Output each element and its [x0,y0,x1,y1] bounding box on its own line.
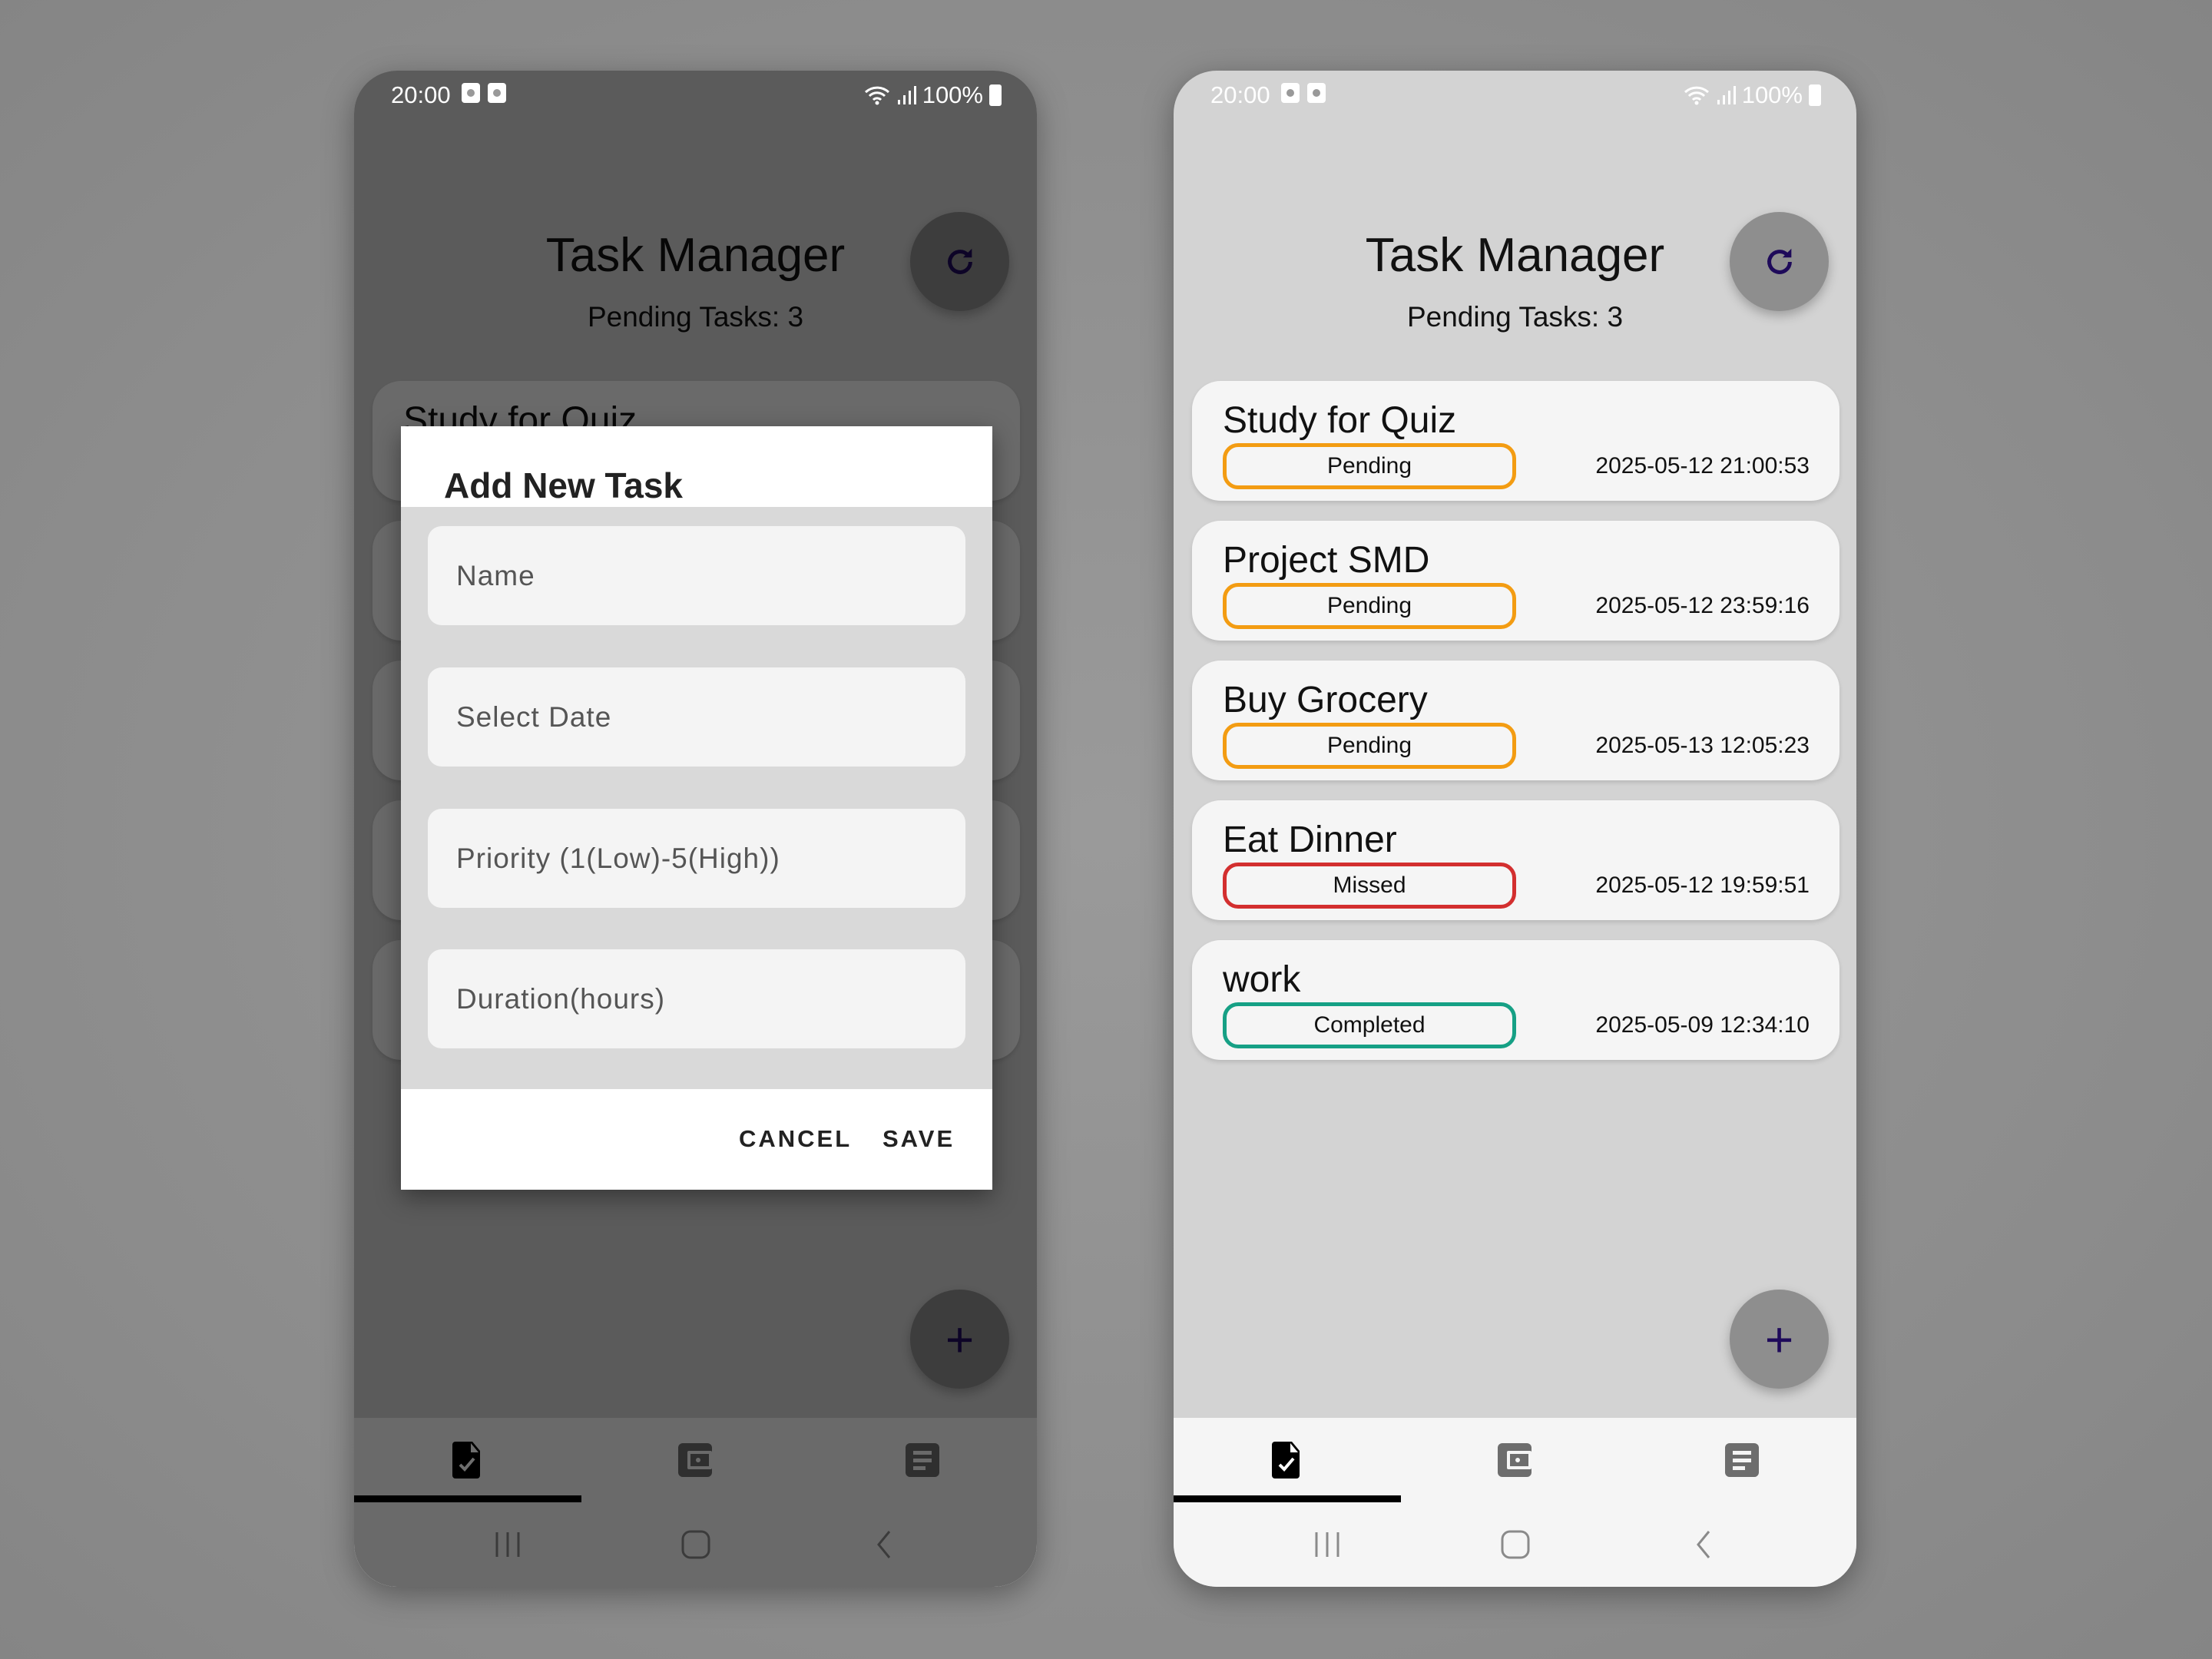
notification-icon [462,83,480,103]
task-date: 2025-05-13 12:05:23 [1595,733,1810,758]
duration-input[interactable]: Duration(hours) [428,949,965,1048]
task-name: Buy Grocery [1223,680,1428,720]
signal-icon [1717,86,1736,104]
tab-tasks[interactable] [1174,1418,1401,1502]
task-name: Project SMD [1223,540,1430,581]
home-button[interactable] [1485,1522,1546,1568]
tab-list[interactable] [1628,1418,1856,1502]
home-icon [1501,1530,1530,1559]
back-button[interactable] [1673,1522,1734,1568]
name-input[interactable]: Name [428,526,965,625]
task-card[interactable]: Study for Quiz Pending 2025-05-12 21:00:… [1192,381,1839,501]
status-bar: 20:00 100% [354,71,1037,117]
date-input[interactable]: Select Date [428,667,965,767]
dialog-title: Add New Task [444,465,683,505]
battery-charging-icon [989,84,1002,106]
battery-percent: 100% [1741,81,1803,108]
task-name: Eat Dinner [1223,820,1397,860]
phone-screen-task-list: 20:00 100% Task Manager Pending Tasks: 3… [1174,71,1856,1587]
task-card[interactable]: Project SMD Pending 2025-05-12 23:59:16 [1192,521,1839,641]
status-time: 20:00 [391,81,451,108]
task-check-icon [1272,1442,1300,1479]
battery-percent: 100% [922,81,983,108]
save-button[interactable]: SAVE [882,1125,955,1153]
task-card[interactable]: work Completed 2025-05-09 12:34:10 [1192,940,1839,1060]
task-card[interactable]: Eat Dinner Missed 2025-05-12 19:59:51 [1192,800,1839,920]
status-badge: Missed [1223,863,1516,909]
refresh-button[interactable] [1730,212,1829,311]
tab-wallet[interactable] [1401,1418,1628,1502]
task-date: 2025-05-12 19:59:51 [1595,873,1810,898]
cancel-button[interactable]: CANCEL [739,1125,852,1153]
signal-icon [897,86,916,104]
task-date: 2025-05-09 12:34:10 [1595,1012,1810,1038]
wifi-icon [1684,86,1709,105]
status-badge: Pending [1223,443,1516,489]
status-bar: 20:00 100% [1174,71,1856,117]
battery-charging-icon [1809,84,1821,106]
wifi-icon [864,86,889,105]
task-name: work [1223,959,1301,1000]
wallet-icon [1498,1443,1532,1477]
recent-apps-button[interactable] [1296,1522,1358,1568]
back-icon [1697,1531,1710,1558]
refresh-icon [1767,248,1792,274]
add-task-button[interactable]: + [1730,1290,1829,1389]
add-task-dialog: Add New Task Name Select Date Priority (… [401,426,992,1190]
notification-icon [1307,83,1326,103]
plus-icon: + [1764,1311,1794,1367]
status-badge: Pending [1223,583,1516,629]
task-date: 2025-05-12 21:00:53 [1595,453,1810,478]
task-name: Study for Quiz [1223,400,1457,441]
status-badge: Completed [1223,1002,1516,1048]
status-time: 20:00 [1210,81,1270,108]
notification-icon [1281,83,1300,103]
bottom-navigation [1174,1418,1856,1587]
active-tab-indicator [1174,1495,1401,1502]
notification-icon [488,83,506,103]
task-date: 2025-05-12 23:59:16 [1595,593,1810,618]
status-badge: Pending [1223,723,1516,769]
task-card[interactable]: Buy Grocery Pending 2025-05-13 12:05:23 [1192,661,1839,780]
pending-count: Pending Tasks: 3 [1406,301,1624,333]
list-icon [1725,1443,1759,1477]
phone-screen-with-dialog: 20:00 100% Task Manager Pending Tasks: 3… [354,71,1037,1587]
recent-apps-icon [1315,1532,1339,1557]
priority-input[interactable]: Priority (1(Low)-5(High)) [428,809,965,908]
